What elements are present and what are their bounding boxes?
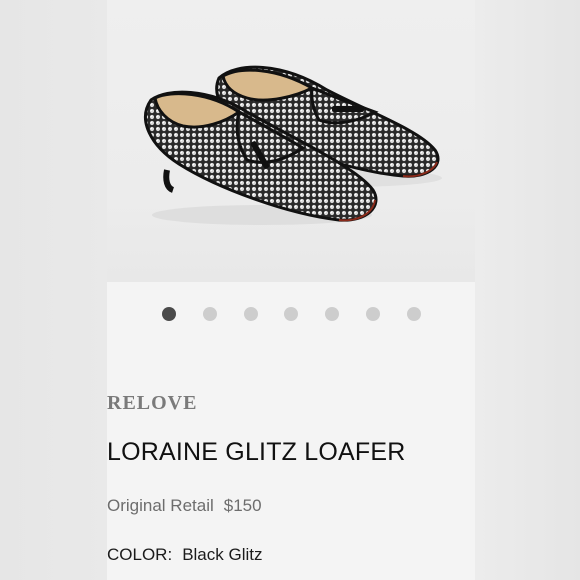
- loafer-pair-illustration: [144, 65, 442, 225]
- pager-dot-7[interactable]: [407, 307, 421, 321]
- product-card: RELOVE LORAINE GLITZ LOAFER Original Ret…: [107, 0, 475, 580]
- color-label: COLOR:: [107, 545, 173, 564]
- product-image[interactable]: [107, 0, 475, 282]
- image-pager: [107, 306, 475, 326]
- color-value: Black Glitz: [182, 545, 263, 564]
- background-right: [475, 0, 580, 580]
- pager-dot-3[interactable]: [244, 307, 258, 321]
- pager-dot-4[interactable]: [284, 307, 298, 321]
- original-retail: Original Retail $150: [107, 496, 262, 516]
- color-row: COLOR: Black Glitz: [107, 545, 262, 565]
- product-title: LORAINE GLITZ LOAFER: [107, 438, 406, 466]
- brand-logo[interactable]: RELOVE: [107, 382, 237, 422]
- pager-dot-2[interactable]: [203, 307, 217, 321]
- retail-label: Original Retail: [107, 496, 214, 515]
- background-left: [0, 0, 107, 580]
- brand-logo-text: RELOVE: [107, 392, 198, 414]
- pager-dot-5[interactable]: [325, 307, 339, 321]
- pager-dot-6[interactable]: [366, 307, 380, 321]
- retail-price: $150: [223, 496, 262, 515]
- pager-dot-1[interactable]: [162, 307, 176, 321]
